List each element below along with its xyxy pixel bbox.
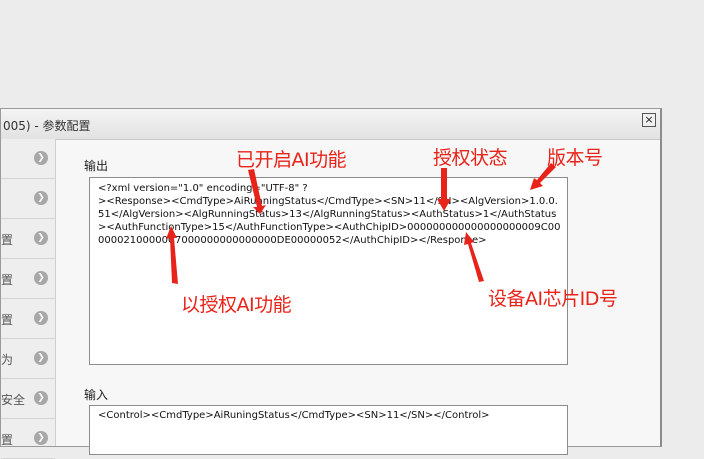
chevron-right-icon: ❯ bbox=[34, 231, 48, 245]
chevron-right-icon: ❯ bbox=[34, 431, 48, 445]
sidebar-item[interactable]: ❯ bbox=[1, 179, 55, 219]
output-label: 输出 bbox=[84, 159, 109, 173]
sidebar-item-label: 置 bbox=[1, 233, 14, 247]
input-text: <Control><CmdType>AiRuningStatus</CmdTyp… bbox=[98, 410, 490, 421]
annotation-ai-enabled: 已开启AI功能 bbox=[236, 149, 347, 171]
chevron-right-icon: ❯ bbox=[34, 311, 48, 325]
annotation-auth-status: 授权状态 bbox=[433, 147, 508, 169]
annotation-authorized-functions: 以授权AI功能 bbox=[181, 294, 292, 316]
sidebar-item-label: 置 bbox=[1, 273, 14, 287]
close-icon: × bbox=[644, 113, 654, 126]
output-text: <?xml version="1.0" encoding="UTF-8" ? >… bbox=[98, 183, 561, 246]
chevron-right-icon: ❯ bbox=[34, 191, 48, 205]
sidebar-item[interactable]: 安全 ❯ bbox=[1, 379, 55, 419]
output-textarea[interactable]: <?xml version="1.0" encoding="UTF-8" ? >… bbox=[89, 177, 568, 365]
chevron-right-icon: ❯ bbox=[34, 151, 48, 165]
annotation-version: 版本号 bbox=[547, 147, 603, 169]
annotation-chip-id: 设备AI芯片ID号 bbox=[488, 288, 618, 310]
sidebar-item-label: 置 bbox=[1, 433, 14, 447]
sidebar-item[interactable]: 置 ❯ bbox=[1, 259, 55, 299]
input-label: 输入 bbox=[84, 388, 109, 402]
sidebar-item[interactable]: 置 ❯ bbox=[1, 299, 55, 339]
chevron-right-icon: ❯ bbox=[34, 271, 48, 285]
sidebar-item[interactable]: 置 ❯ bbox=[1, 419, 55, 459]
sidebar-item[interactable]: 置 ❯ bbox=[1, 219, 55, 259]
sidebar-item[interactable]: ❯ bbox=[1, 139, 55, 179]
sidebar: ❯ ❯ 置 ❯ 置 ❯ 置 ❯ 为 ❯ 安全 ❯ 置 ❯ bbox=[1, 139, 56, 459]
sidebar-item-label: 为 bbox=[1, 353, 14, 367]
sidebar-item-label: 置 bbox=[1, 313, 14, 327]
chevron-right-icon: ❯ bbox=[34, 391, 48, 405]
input-textarea[interactable]: <Control><CmdType>AiRuningStatus</CmdTyp… bbox=[89, 405, 568, 455]
sidebar-item-label: 安全 bbox=[1, 393, 26, 407]
sidebar-item[interactable]: 为 ❯ bbox=[1, 339, 55, 379]
window-titlebar[interactable]: 005) - 参数配置 × bbox=[1, 109, 660, 140]
chevron-right-icon: ❯ bbox=[34, 351, 48, 365]
window-title: 005) - 参数配置 bbox=[3, 119, 91, 133]
close-button[interactable]: × bbox=[642, 113, 656, 127]
